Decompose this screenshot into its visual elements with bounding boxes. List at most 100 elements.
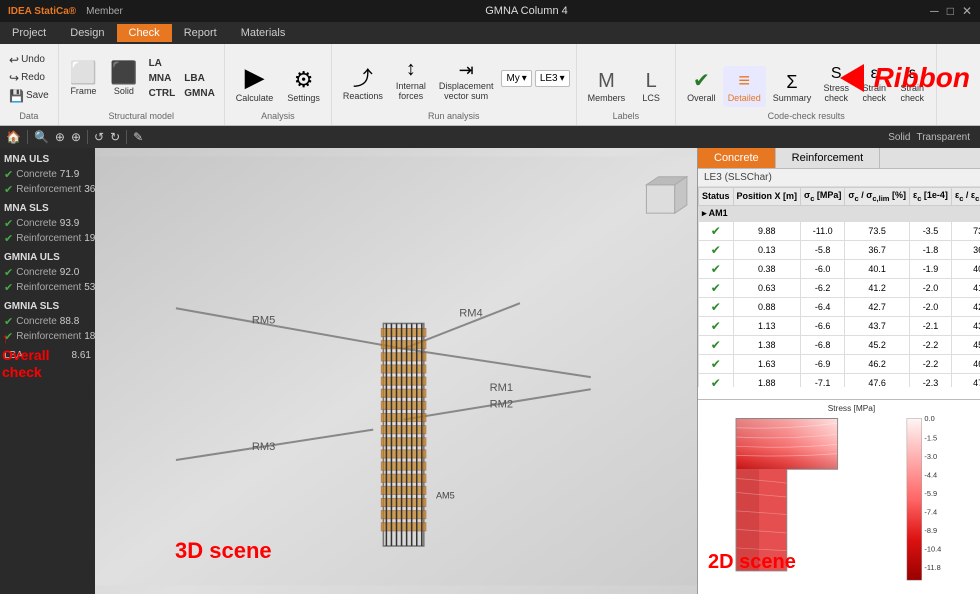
lba-label: LBA bbox=[4, 350, 23, 361]
row-position: 0.13 bbox=[733, 240, 801, 259]
menu-check[interactable]: Check bbox=[117, 24, 172, 42]
row-ec-ratio: 73.5 bbox=[951, 221, 980, 240]
row-ec-ratio: 45.2 bbox=[951, 335, 980, 354]
my-dropdown[interactable]: My▾ bbox=[501, 70, 531, 87]
mna-uls-concrete-label: Concrete bbox=[16, 169, 57, 180]
mna-uls-reinf-val: 36.6 bbox=[84, 184, 95, 195]
col-ec: εc [1e-4] bbox=[909, 188, 951, 206]
minimize-button[interactable]: ─ bbox=[930, 4, 939, 18]
right-panel: Concrete Reinforcement LE3 (SLSChar) Sta… bbox=[697, 148, 980, 594]
row-position: 1.38 bbox=[733, 335, 801, 354]
tab-concrete[interactable]: Concrete bbox=[698, 148, 776, 168]
section-header-am1: ▸ AM1 bbox=[699, 205, 980, 221]
settings-button[interactable]: ⚙ Settings bbox=[282, 63, 325, 107]
detailed-button[interactable]: ≡ Detailed bbox=[723, 66, 766, 107]
redo-quick-icon[interactable]: ↻ bbox=[110, 130, 120, 144]
ribbon-group-analysis-label: Analysis bbox=[261, 111, 295, 121]
table-row: ✔ 0.13 -5.8 36.7 -1.8 36.7 bbox=[699, 240, 980, 259]
row-status: ✔ bbox=[699, 221, 734, 240]
row-sc: -6.0 bbox=[801, 259, 845, 278]
search-icon[interactable]: 🔍 bbox=[34, 130, 49, 144]
internal-forces-button[interactable]: ↕ Internalforces bbox=[391, 54, 431, 105]
frame-button[interactable]: ⬜ Frame bbox=[65, 56, 102, 100]
row-sc-ratio: 45.2 bbox=[845, 335, 910, 354]
ribbon-group-labels: M Members L LCS Labels bbox=[577, 44, 677, 125]
mna-sls-reinf-label: Reinforcement bbox=[16, 233, 81, 244]
close-button[interactable]: ✕ bbox=[962, 4, 972, 18]
calculate-button[interactable]: ▶ Calculate bbox=[231, 58, 279, 107]
add-icon[interactable]: ⊕ bbox=[55, 130, 65, 144]
row-ec: -2.3 bbox=[909, 373, 951, 387]
ctrl-button[interactable]: CTRL bbox=[146, 87, 179, 100]
lcs-button[interactable]: L LCS bbox=[633, 66, 669, 107]
row-status: ✔ bbox=[699, 278, 734, 297]
home-icon[interactable]: 🏠 bbox=[6, 130, 21, 144]
result-table-area: LE3 (SLSChar) Status Position X [m] σc [… bbox=[698, 169, 980, 399]
gmnia-sls-section: GMNIA SLS ✔ Concrete 88.8 ✔ Reinforcemen… bbox=[4, 301, 91, 344]
row-ec: -2.2 bbox=[909, 354, 951, 373]
reactions-button[interactable]: ⤴ Reactions bbox=[338, 58, 388, 105]
col-sc: σc [MPa] bbox=[801, 188, 845, 206]
solid-button[interactable]: ⬛ Solid bbox=[105, 56, 142, 100]
row-sc-ratio: 43.7 bbox=[845, 316, 910, 335]
menu-report[interactable]: Report bbox=[172, 24, 229, 42]
row-ec-ratio: 40.1 bbox=[951, 259, 980, 278]
menu-design[interactable]: Design bbox=[58, 24, 116, 42]
section-label: ▸ AM1 bbox=[699, 205, 980, 221]
overall-button[interactable]: ✔ Overall bbox=[682, 64, 721, 107]
redo-button[interactable]: ↪Redo bbox=[6, 70, 52, 86]
scene2d-svg: Stress [MPa] bbox=[698, 400, 980, 594]
mna-sls-reinf-ok-icon: ✔ bbox=[4, 232, 13, 245]
strain-check-button[interactable]: ε Straincheck bbox=[856, 61, 892, 107]
stress-check-button[interactable]: S Stresscheck bbox=[818, 61, 854, 107]
row-sc: -5.8 bbox=[801, 240, 845, 259]
row-status: ✔ bbox=[699, 259, 734, 278]
svg-text:-8.9: -8.9 bbox=[924, 526, 937, 535]
row-status: ✔ bbox=[699, 373, 734, 387]
lba-button[interactable]: LBA bbox=[181, 72, 218, 85]
gmnia-uls-concrete-row: ✔ Concrete 92.0 bbox=[4, 265, 91, 280]
table-row: ✔ 0.88 -6.4 42.7 -2.0 42.7 bbox=[699, 297, 980, 316]
row-status: ✔ bbox=[699, 297, 734, 316]
le3-dropdown[interactable]: LE3▾ bbox=[535, 70, 570, 87]
scene-2d[interactable]: Stress [MPa] bbox=[698, 399, 980, 594]
edit-icon[interactable]: ✎ bbox=[133, 130, 143, 144]
gmnia-uls-reinf-ok-icon: ✔ bbox=[4, 281, 13, 294]
transparent-view-label[interactable]: Transparent bbox=[916, 132, 970, 143]
ribbon-group-data: ↩Undo ↪Redo 💾Save Data bbox=[0, 44, 59, 125]
tab-reinforcement[interactable]: Reinforcement bbox=[776, 148, 881, 168]
row-sc-ratio: 41.2 bbox=[845, 278, 910, 297]
mna-uls-reinf-row: ✔ Reinforcement 36.6 bbox=[4, 182, 91, 197]
table-row: ✔ 1.88 -7.1 47.6 -2.3 47.6 bbox=[699, 373, 980, 387]
mna-sls-reinf-row: ✔ Reinforcement 19.7 bbox=[4, 231, 91, 246]
gmnia-uls-reinf-val: 53.5 bbox=[84, 282, 95, 293]
undo-button[interactable]: ↩Undo bbox=[6, 52, 52, 68]
mna-uls-reinf-label: Reinforcement bbox=[16, 184, 81, 195]
gmna-button[interactable]: GMNA bbox=[181, 87, 218, 100]
undo-quick-icon[interactable]: ↺ bbox=[94, 130, 104, 144]
row-ec: -2.1 bbox=[909, 316, 951, 335]
svg-text:-4.4: -4.4 bbox=[924, 471, 937, 480]
la-button[interactable]: LA bbox=[146, 57, 179, 70]
col-sc-ratio: σc / σc,lim [%] bbox=[845, 188, 910, 206]
strain-check2-button[interactable]: ε Straincheck bbox=[894, 61, 930, 107]
quick-access-toolbar: 🏠 🔍 ⊕ ⊕ ↺ ↻ ✎ Solid Transparent bbox=[0, 126, 980, 148]
row-ec: -2.2 bbox=[909, 335, 951, 354]
add2-icon[interactable]: ⊕ bbox=[71, 130, 81, 144]
mna-button[interactable]: MNA bbox=[146, 72, 179, 85]
maximize-button[interactable]: □ bbox=[947, 4, 954, 18]
col-status: Status bbox=[699, 188, 734, 206]
solid-view-label[interactable]: Solid bbox=[888, 132, 910, 143]
summary-button[interactable]: Σ Summary bbox=[768, 68, 817, 107]
save-button[interactable]: 💾Save bbox=[6, 88, 52, 104]
row-status: ✔ bbox=[699, 335, 734, 354]
members-button[interactable]: M Members bbox=[583, 66, 631, 107]
menu-project[interactable]: Project bbox=[0, 24, 58, 42]
displacement-button[interactable]: ⇥ Displacementvector sum bbox=[434, 56, 499, 105]
row-sc-ratio: 73.5 bbox=[845, 221, 910, 240]
mna-sls-concrete-val: 93.9 bbox=[60, 218, 79, 229]
ribbon-group-structural-label: Structural model bbox=[109, 111, 175, 121]
scene-3d[interactable]: RM5 RM4 RM1 RM2 RM3 bbox=[95, 148, 697, 594]
menubar: Project Design Check Report Materials bbox=[0, 22, 980, 44]
menu-materials[interactable]: Materials bbox=[229, 24, 298, 42]
